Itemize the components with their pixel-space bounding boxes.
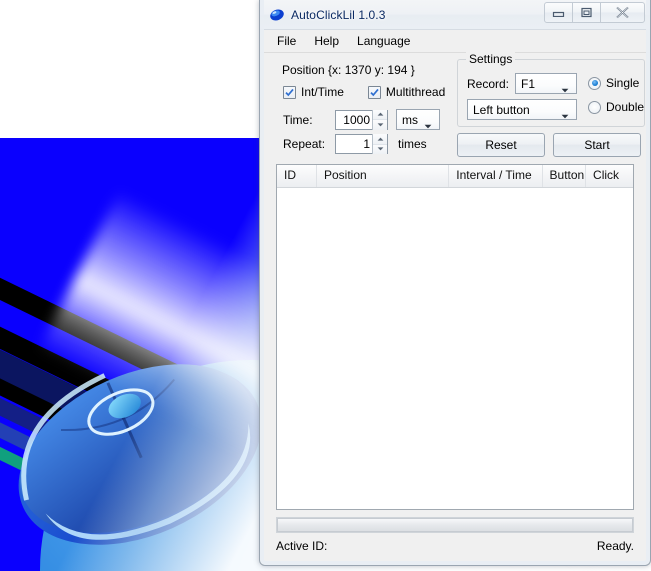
- spin-down-icon[interactable]: [373, 120, 387, 130]
- horizontal-scrollbar[interactable]: [276, 517, 634, 533]
- radio-dot-icon: [588, 76, 601, 90]
- record-key-dropdown[interactable]: F1: [515, 73, 577, 94]
- time-label: Time:: [283, 112, 313, 127]
- checkbox-int-time[interactable]: Int/Time: [283, 85, 344, 99]
- position-label: Position {x: 1370 y: 194 }: [282, 63, 415, 77]
- menu-item-help[interactable]: Help: [305, 31, 348, 51]
- spin-down-icon[interactable]: [373, 144, 387, 154]
- controls-panel: Position {x: 1370 y: 194 } Int/Time Mult…: [265, 52, 645, 162]
- table-body: [277, 187, 633, 509]
- column-header-click[interactable]: Click: [586, 165, 633, 187]
- repeat-row: Repeat: times: [283, 134, 427, 154]
- checkmark-icon: [283, 85, 296, 99]
- repeat-spin-buttons[interactable]: [372, 134, 387, 154]
- menu-item-file[interactable]: File: [268, 31, 305, 51]
- spin-up-icon[interactable]: [373, 109, 387, 120]
- time-spin-buttons[interactable]: [372, 109, 387, 130]
- title-bar[interactable]: AutoClickLil 1.0.3: [260, 0, 650, 30]
- menu-bar: File Help Language: [260, 30, 650, 53]
- column-header-interval-time[interactable]: Interval / Time: [449, 165, 543, 187]
- radio-single[interactable]: Single: [588, 76, 639, 90]
- checkbox-int-time-label: Int/Time: [301, 85, 344, 99]
- minimize-icon[interactable]: [544, 2, 573, 23]
- repeat-suffix-label: times: [398, 137, 427, 151]
- checkbox-row: Int/Time Multithread: [283, 85, 469, 99]
- time-unit-value: ms: [402, 112, 418, 127]
- checkbox-multithread-label: Multithread: [385, 85, 446, 99]
- click-list-table[interactable]: ID Position Interval / Time Button Click: [276, 164, 634, 510]
- mouse-button-dropdown[interactable]: Left button: [467, 99, 577, 120]
- time-stepper[interactable]: [335, 109, 388, 130]
- time-input[interactable]: [336, 111, 372, 128]
- window-controls: [544, 2, 645, 23]
- reset-button[interactable]: Reset: [457, 133, 545, 157]
- record-label: Record:: [467, 77, 510, 91]
- active-id-label: Active ID:: [276, 539, 328, 553]
- mouse-icon: [269, 7, 285, 23]
- close-icon[interactable]: [600, 2, 645, 23]
- checkbox-multithread[interactable]: Multithread: [367, 85, 446, 99]
- mouse-button-value: Left button: [473, 102, 530, 117]
- repeat-stepper[interactable]: [335, 134, 388, 154]
- column-header-button[interactable]: Button: [543, 165, 587, 187]
- repeat-input[interactable]: [336, 136, 372, 152]
- chevron-down-icon: [561, 108, 569, 122]
- column-header-position[interactable]: Position: [317, 165, 450, 187]
- start-button[interactable]: Start: [553, 133, 641, 157]
- radio-dot-icon: [588, 100, 601, 114]
- radio-double-label: Double: [606, 100, 645, 114]
- checkmark-icon: [367, 85, 381, 99]
- radio-double[interactable]: Double: [588, 100, 644, 114]
- table-header-row: ID Position Interval / Time Button Click: [277, 165, 633, 188]
- radio-single-label: Single: [606, 76, 640, 90]
- status-bar: Active ID: Ready.: [276, 537, 634, 555]
- scrollbar-thumb[interactable]: [277, 518, 633, 532]
- menu-item-language[interactable]: Language: [348, 31, 419, 51]
- chevron-down-icon: [561, 82, 569, 96]
- time-row: Time: ms: [283, 109, 440, 130]
- record-key-value: F1: [521, 76, 536, 91]
- column-header-id[interactable]: ID: [277, 165, 317, 187]
- status-state: Ready.: [596, 539, 634, 553]
- settings-groupbox: Settings Record: F1 Left button Single D…: [457, 52, 645, 127]
- maximize-icon[interactable]: [572, 2, 601, 23]
- time-unit-dropdown[interactable]: ms: [396, 109, 440, 130]
- application-window: AutoClickLil 1.0.3 File Help Language Po…: [259, 0, 651, 566]
- repeat-label: Repeat:: [283, 137, 326, 151]
- chevron-down-icon: [424, 118, 432, 132]
- spin-up-icon[interactable]: [373, 134, 387, 145]
- client-area: Position {x: 1370 y: 194 } Int/Time Mult…: [265, 52, 645, 560]
- window-title: AutoClickLil 1.0.3: [291, 7, 386, 22]
